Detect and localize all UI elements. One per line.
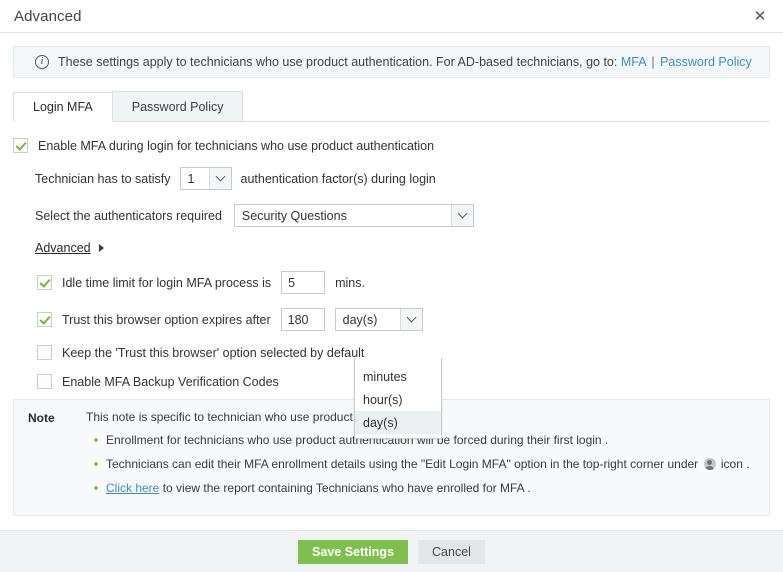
- banner-separator: |: [649, 55, 656, 69]
- label-backup-codes: Enable MFA Backup Verification Codes: [62, 375, 279, 389]
- checkbox-keep-trust[interactable]: [37, 345, 52, 360]
- label-enable-mfa: Enable MFA during login for technicians …: [38, 139, 434, 153]
- label-keep-trust: Keep the 'Trust this browser' option sel…: [62, 346, 364, 360]
- dropdown-option-hours-label: hour(s): [363, 393, 403, 407]
- link-mfa[interactable]: MFA: [621, 55, 646, 69]
- input-idle-time-value: 5: [288, 276, 295, 290]
- checkbox-backup-codes[interactable]: [37, 374, 52, 389]
- close-icon[interactable]: ✕: [749, 5, 771, 27]
- select-authenticators[interactable]: Security Questions: [234, 204, 474, 227]
- checkbox-idle-time[interactable]: [37, 275, 52, 290]
- tabstrip: Login MFA Password Policy: [13, 92, 770, 122]
- tab-password-policy-label: Password Policy: [132, 100, 224, 114]
- save-settings-button[interactable]: Save Settings: [298, 540, 408, 564]
- input-trust-expiry-value: 180: [288, 313, 309, 327]
- note-item-2-text: Technicians can edit their MFA enrollmen…: [106, 457, 698, 471]
- label-factors-suffix: authentication factor(s) during login: [241, 172, 436, 186]
- row-idle-time: Idle time limit for login MFA process is…: [13, 271, 770, 294]
- label-authenticators: Select the authenticators required: [35, 209, 222, 223]
- dropdown-option-days[interactable]: day(s): [355, 411, 441, 434]
- input-trust-expiry[interactable]: 180: [281, 308, 325, 331]
- click-here-link[interactable]: Click here: [106, 481, 159, 495]
- tab-login-mfa[interactable]: Login MFA: [13, 92, 113, 122]
- link-password-policy[interactable]: Password Policy: [660, 55, 752, 69]
- dialog-titlebar: Advanced ✕: [0, 0, 783, 32]
- note-label: Note: [28, 410, 86, 503]
- advanced-link[interactable]: Advanced: [35, 241, 91, 255]
- row-authenticators: Select the authenticators required Secur…: [13, 204, 770, 227]
- tab-login-mfa-label: Login MFA: [33, 100, 93, 114]
- info-banner: i These settings apply to technicians wh…: [13, 46, 770, 78]
- dropdown-option-minutes-label: minutes: [363, 370, 407, 384]
- label-idle-time-prefix: Idle time limit for login MFA process is: [62, 276, 271, 290]
- select-auth-factors[interactable]: 1: [180, 167, 232, 190]
- tab-password-policy[interactable]: Password Policy: [112, 91, 244, 121]
- info-icon: i: [35, 55, 49, 69]
- page-title: Advanced: [14, 8, 82, 25]
- dropdown-option-days-label: day(s): [363, 416, 398, 430]
- row-enable-mfa: Enable MFA during login for technicians …: [13, 138, 770, 153]
- cancel-button[interactable]: Cancel: [418, 540, 485, 564]
- list-item: Click here to view the report containing…: [106, 479, 755, 497]
- checkbox-trust-browser[interactable]: [37, 312, 52, 327]
- row-advanced-toggle: Advanced: [13, 241, 770, 255]
- label-factors-prefix: Technician has to satisfy: [35, 172, 171, 186]
- login-mfa-form: Enable MFA during login for technicians …: [0, 122, 783, 389]
- input-idle-time[interactable]: 5: [281, 271, 325, 294]
- dialog-footer: Save Settings Cancel: [0, 530, 783, 572]
- select-authenticators-value: Security Questions: [235, 209, 451, 223]
- info-banner-message: These settings apply to technicians who …: [58, 55, 617, 69]
- note-list: Enrollment for technicians who use produ…: [86, 431, 755, 497]
- dropdown-option-minutes[interactable]: minutes: [355, 365, 441, 388]
- select-auth-factors-value: 1: [181, 172, 209, 186]
- note-item-3-text: to view the report containing Technician…: [163, 481, 531, 495]
- chevron-down-icon: [451, 205, 473, 226]
- dropdown-trust-unit-options[interactable]: minutes hour(s) day(s): [354, 358, 442, 439]
- chevron-down-icon: [209, 168, 231, 189]
- select-trust-unit-value: day(s): [336, 313, 400, 327]
- select-trust-unit[interactable]: day(s): [335, 308, 423, 331]
- list-item: Technicians can edit their MFA enrollmen…: [106, 455, 755, 473]
- checkbox-enable-mfa[interactable]: [13, 138, 28, 153]
- advanced-settings-dialog: Advanced ✕ i These settings apply to tec…: [0, 0, 783, 572]
- label-idle-time-suffix: mins.: [335, 276, 365, 290]
- label-trust-browser: Trust this browser option expires after: [62, 313, 271, 327]
- dialog-body: i These settings apply to technicians wh…: [0, 32, 783, 530]
- dropdown-option-hours[interactable]: hour(s): [355, 388, 441, 411]
- info-banner-text: These settings apply to technicians who …: [58, 55, 752, 69]
- triangle-right-icon: [99, 244, 104, 252]
- chevron-down-icon: [400, 309, 422, 330]
- row-trust-browser: Trust this browser option expires after …: [13, 308, 770, 331]
- person-icon: [704, 458, 716, 470]
- note-item-2-tail: icon .: [721, 457, 750, 471]
- row-auth-factors: Technician has to satisfy 1 authenticati…: [13, 167, 770, 190]
